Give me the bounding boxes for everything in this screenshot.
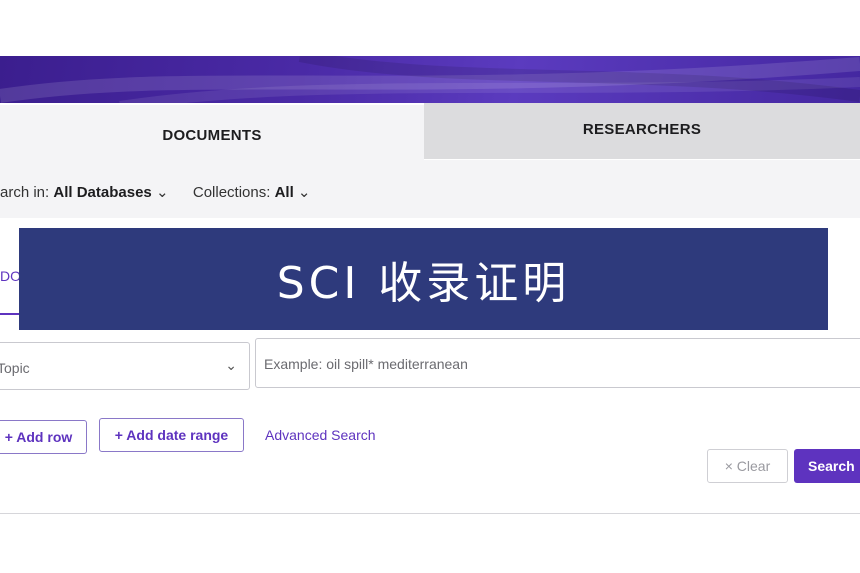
chevron-down-icon: ⌄ xyxy=(297,184,311,201)
tab-researchers[interactable]: RESEARCHERS xyxy=(424,103,860,159)
search-field-select[interactable]: Topic ⌄ xyxy=(0,342,250,390)
collections-label: Collections: xyxy=(192,184,271,201)
add-date-range-button[interactable]: + Add date range xyxy=(99,418,244,452)
clear-button[interactable]: × Clear xyxy=(707,449,788,483)
collections-select-value: All xyxy=(274,184,294,201)
subtab-documents[interactable]: DO xyxy=(0,268,21,284)
banner-wave-decoration xyxy=(0,56,860,106)
database-select[interactable]: All Databases ⌄ xyxy=(53,184,168,201)
database-select-value: All Databases xyxy=(53,184,152,201)
database-filters: arch in: All Databases ⌄ Collections: Al… xyxy=(0,183,311,201)
search-input[interactable] xyxy=(264,353,844,375)
tab-researchers-label: RESEARCHERS xyxy=(582,121,702,138)
search-type-tabs: DOCUMENTS RESEARCHERS xyxy=(0,103,860,161)
advanced-search-link[interactable]: Advanced Search xyxy=(265,427,376,443)
overlay-title: SCI 收录证明 xyxy=(276,258,571,309)
header-banner xyxy=(0,56,860,106)
search-field-value: Topic xyxy=(0,360,30,376)
tab-documents-label: DOCUMENTS xyxy=(162,127,262,144)
title-overlay-banner: SCI 收录证明 xyxy=(19,228,828,330)
add-row-button[interactable]: + Add row xyxy=(0,420,87,454)
search-in-label: arch in: xyxy=(0,184,50,201)
collections-select[interactable]: All ⌄ xyxy=(275,184,311,201)
chevron-down-icon: ⌄ xyxy=(155,184,169,201)
tab-documents[interactable]: DOCUMENTS xyxy=(0,103,424,161)
search-query-box[interactable] xyxy=(255,338,860,388)
search-button[interactable]: Search xyxy=(794,449,860,483)
chevron-down-icon: ⌄ xyxy=(225,357,237,373)
